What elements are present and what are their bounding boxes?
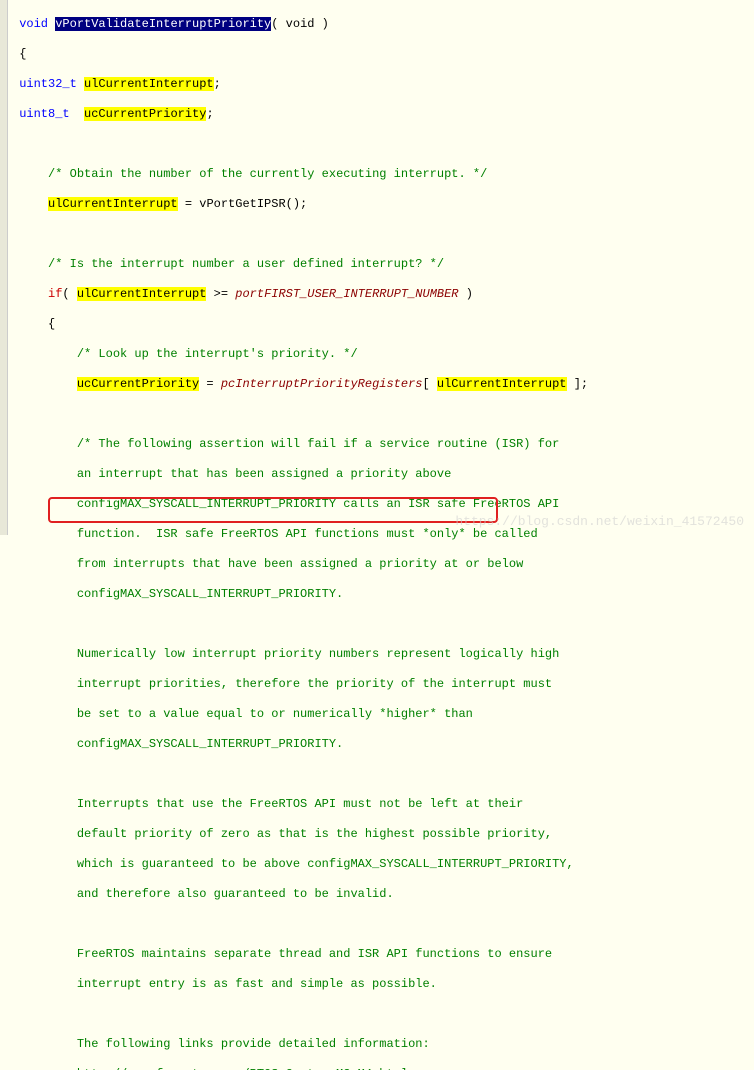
comment: FreeRTOS maintains separate thread and I… [77,947,552,961]
var-ucCurrentPriority: ucCurrentPriority [84,107,206,121]
code-line: void vPortValidateInterruptPriority( voi… [12,17,750,32]
code-line [12,917,750,932]
code-line: uint8_t ucCurrentPriority; [12,107,750,122]
comment: configMAX_SYSCALL_INTERRUPT_PRIORITY. [77,587,343,601]
code-line: { [12,317,750,332]
code-line: Interrupts that use the FreeRTOS API mus… [12,797,750,812]
keyword-if: if [48,287,62,301]
code-line: and therefore also guaranteed to be inva… [12,887,750,902]
comment: /* Is the interrupt number a user define… [48,257,444,271]
var-ref: ucCurrentPriority [77,377,199,391]
comment: /* The following assertion will fail if … [77,437,559,451]
keyword-void: void [19,17,48,31]
code-line: configMAX_SYSCALL_INTERRUPT_PRIORITY. [12,737,750,752]
array-name: pcInterruptPriorityRegisters [221,377,423,391]
code-line: from interrupts that have been assigned … [12,557,750,572]
line-number-gutter [0,0,8,535]
var-ref: ulCurrentInterrupt [77,287,207,301]
code-line: interrupt priorities, therefore the prio… [12,677,750,692]
code-line: configMAX_SYSCALL_INTERRUPT_PRIORITY cal… [12,497,750,512]
code-line: /* The following assertion will fail if … [12,437,750,452]
code-line [12,617,750,632]
comment: configMAX_SYSCALL_INTERRUPT_PRIORITY cal… [77,497,559,511]
comment: and therefore also guaranteed to be inva… [77,887,394,901]
comment: Numerically low interrupt priority numbe… [77,647,559,661]
comment: default priority of zero as that is the … [77,827,552,841]
comment: The following links provide detailed inf… [77,1037,430,1051]
code-line: interrupt entry is as fast and simple as… [12,977,750,992]
comment: which is guaranteed to be above configMA… [77,857,574,871]
comment: Interrupts that use the FreeRTOS API mus… [77,797,523,811]
function-name-selected: vPortValidateInterruptPriority [55,17,271,31]
code-line: { [12,47,750,62]
comment: configMAX_SYSCALL_INTERRUPT_PRIORITY. [77,737,343,751]
code-line [12,137,750,152]
code-line: /* Is the interrupt number a user define… [12,257,750,272]
comment: /* Obtain the number of the currently ex… [48,167,487,181]
code-line [12,767,750,782]
comment: /* Look up the interrupt's priority. */ [77,347,358,361]
code-line: The following links provide detailed inf… [12,1037,750,1052]
comment: from interrupts that have been assigned … [77,557,523,571]
code-line [12,227,750,242]
type-uint8: uint8_t [19,107,69,121]
code-editor: void vPortValidateInterruptPriority( voi… [0,0,754,535]
code-line [12,407,750,422]
code-line: ulCurrentInterrupt = vPortGetIPSR(); [12,197,750,212]
code-line: be set to a value equal to or numericall… [12,707,750,722]
code-line: which is guaranteed to be above configMA… [12,857,750,872]
comment: function. ISR safe FreeRTOS API function… [77,527,538,541]
code-line: if( ulCurrentInterrupt >= portFIRST_USER… [12,287,750,302]
comment: be set to a value equal to or numericall… [77,707,473,721]
code-line: ucCurrentPriority = pcInterruptPriorityR… [12,377,750,392]
code-line: /* Look up the interrupt's priority. */ [12,347,750,362]
code-area[interactable]: void vPortValidateInterruptPriority( voi… [8,0,754,535]
code-line: FreeRTOS maintains separate thread and I… [12,947,750,962]
code-line: default priority of zero as that is the … [12,827,750,842]
code-line: uint32_t ulCurrentInterrupt; [12,77,750,92]
comment: interrupt priorities, therefore the prio… [77,677,552,691]
var-ref: ulCurrentInterrupt [48,197,178,211]
var-ulCurrentInterrupt: ulCurrentInterrupt [84,77,214,91]
var-ref: ulCurrentInterrupt [437,377,567,391]
comment: interrupt entry is as fast and simple as… [77,977,437,991]
code-line: configMAX_SYSCALL_INTERRUPT_PRIORITY. [12,587,750,602]
code-line: /* Obtain the number of the currently ex… [12,167,750,182]
code-line: an interrupt that has been assigned a pr… [12,467,750,482]
type-uint32: uint32_t [19,77,77,91]
comment: http://www.freertos.org/RTOS-Cortex-M3-M… [77,1067,408,1070]
comment: an interrupt that has been assigned a pr… [77,467,451,481]
constant: portFIRST_USER_INTERRUPT_NUMBER [235,287,458,301]
code-line: Numerically low interrupt priority numbe… [12,647,750,662]
watermark-text: https://blog.csdn.net/weixin_41572450 [455,514,744,529]
code-line: http://www.freertos.org/RTOS-Cortex-M3-M… [12,1067,750,1070]
code-line [12,1007,750,1022]
params: ( void ) [271,17,329,31]
